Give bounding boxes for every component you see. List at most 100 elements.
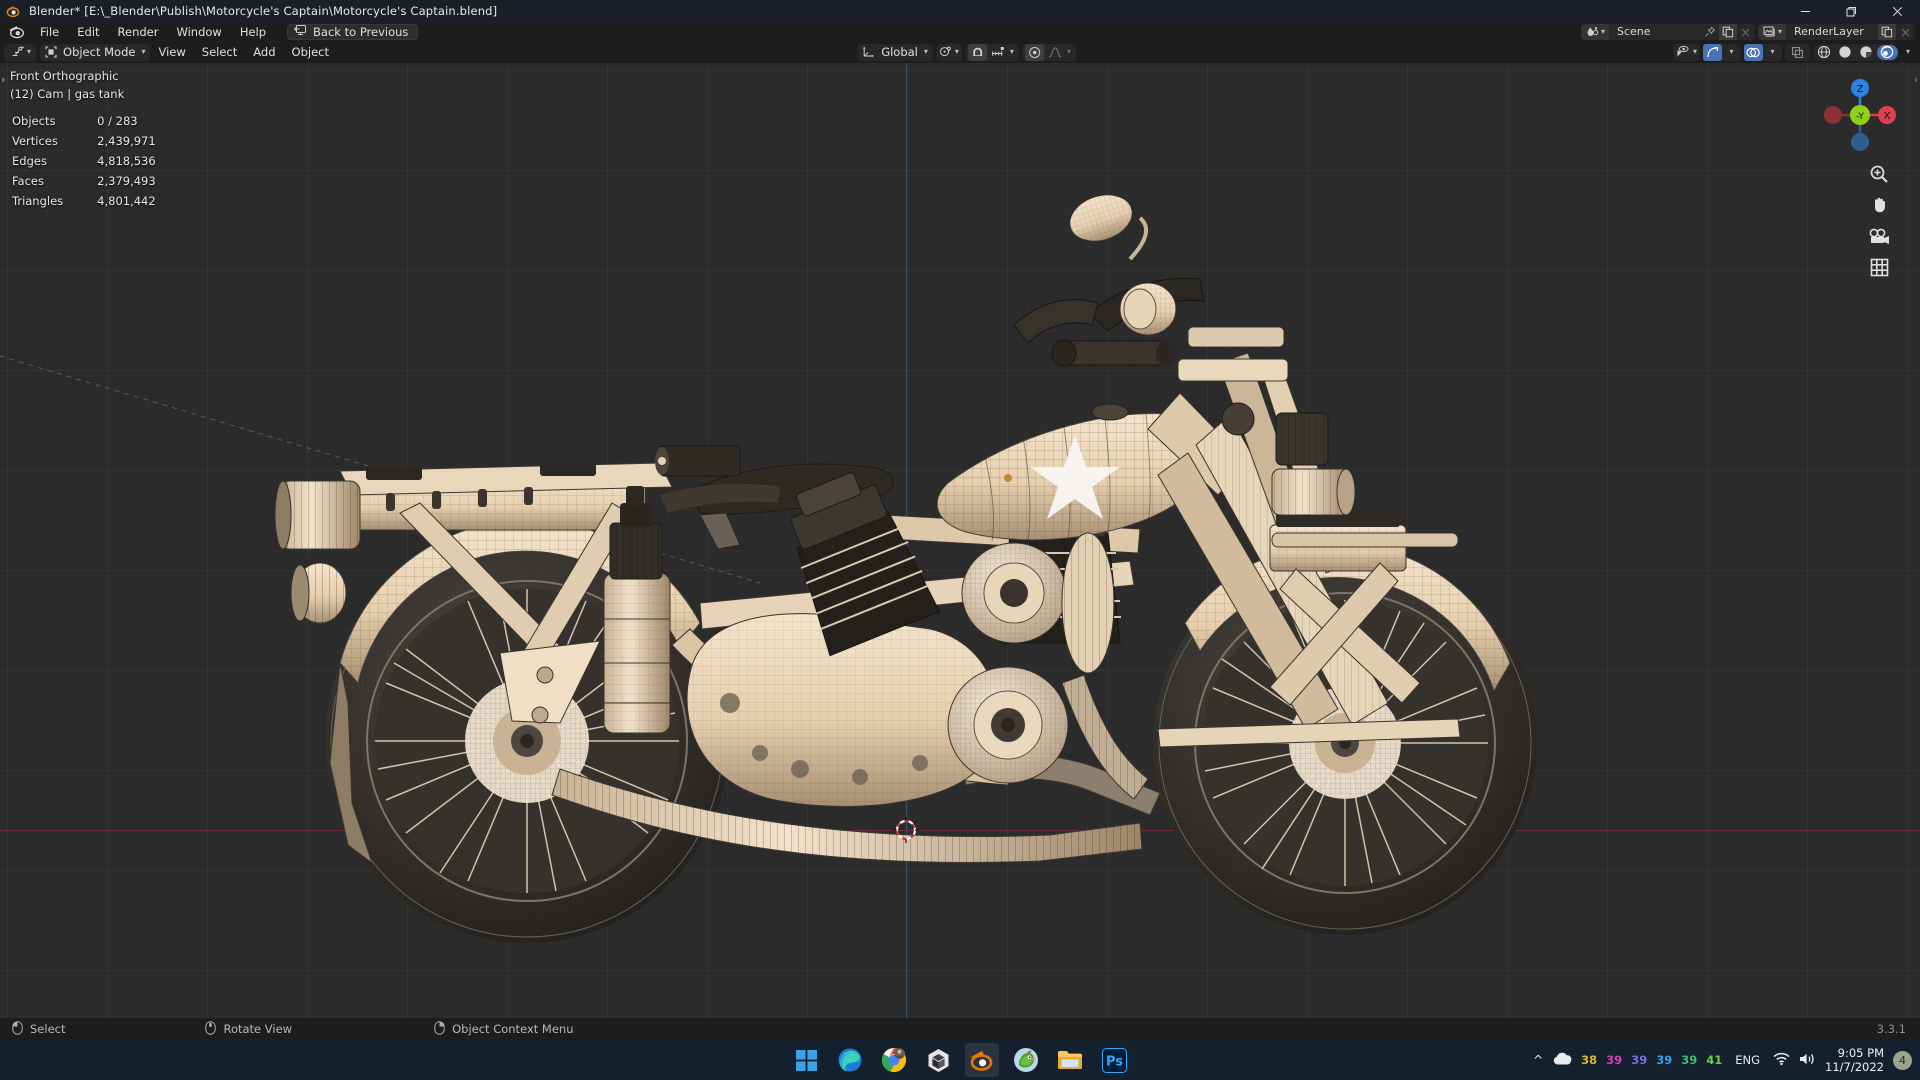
windows-taskbar: Ps ^ 38 39 39 39 39 41 ENG 9:05 PM 11/7/…: [0, 1040, 1920, 1080]
viewport-menu-view[interactable]: View: [150, 44, 193, 61]
xray-toggle[interactable]: [1784, 43, 1810, 61]
window-title: Blender* [E:\_Blender\Publish\Motorcycle…: [29, 4, 498, 18]
shading-wireframe-button[interactable]: [1814, 45, 1835, 60]
window-controls: [1782, 0, 1920, 22]
editor-type-selector[interactable]: ▾: [4, 43, 37, 61]
pan-view-icon[interactable]: [1868, 194, 1890, 216]
taskbar-start-button[interactable]: [789, 1043, 823, 1077]
taskbar-blender[interactable]: [965, 1043, 999, 1077]
taskbar-parrot-app[interactable]: [1009, 1043, 1043, 1077]
stat-label-vertices: Vertices: [12, 134, 58, 148]
proportional-editing-controls[interactable]: ▾: [1021, 43, 1076, 61]
gizmo-icon[interactable]: [1702, 43, 1722, 61]
overlays-options-chevron-icon[interactable]: ▾: [1763, 44, 1782, 61]
blender-version-label: 3.3.1: [1876, 1022, 1906, 1036]
overlays-toggle-group: ▾: [1743, 43, 1782, 61]
stat-row-faces: Faces 2,379,493: [12, 172, 156, 190]
clock-time: 9:05 PM: [1837, 1046, 1884, 1060]
onedrive-icon[interactable]: [1552, 1052, 1572, 1069]
mouse-right-icon: [434, 1020, 445, 1038]
stat-value-faces: 2,379,493: [97, 174, 156, 188]
viewport-display-controls: ▾ ▾ ▾ ▾: [1672, 43, 1914, 62]
stat-row-objects: Objects 0 / 283: [12, 112, 156, 130]
shading-options-chevron-icon[interactable]: ▾: [1902, 48, 1914, 56]
zoom-view-icon[interactable]: [1868, 163, 1890, 185]
scene-datablock[interactable]: ▾ Scene: [1580, 24, 1755, 40]
status-hint-context-menu-label: Object Context Menu: [452, 1022, 574, 1036]
object-visibility-selector[interactable]: ▾: [1672, 43, 1700, 62]
stat-label-triangles: Triangles: [12, 194, 64, 208]
overlays-icon[interactable]: [1743, 43, 1763, 61]
3d-viewport[interactable]: › ‹ Front Orthographic (12) Cam | gas ta…: [0, 63, 1920, 1018]
motorcycle-model[interactable]: [0, 63, 1920, 1018]
toggle-ortho-persp-icon[interactable]: [1868, 256, 1890, 278]
taskbar-edge[interactable]: [833, 1043, 867, 1077]
new-scene-copy-icon[interactable]: [1718, 24, 1737, 40]
wifi-icon[interactable]: [1773, 1052, 1790, 1069]
pin-icon[interactable]: [1701, 24, 1719, 40]
minimize-button[interactable]: [1782, 0, 1828, 22]
status-hint-rotate-view-label: Rotate View: [223, 1022, 293, 1036]
window-title-bar: Blender* [E:\_Blender\Publish\Motorcycle…: [0, 0, 1920, 22]
chevron-down-icon: ▾: [27, 47, 32, 56]
viewport-menu-select[interactable]: Select: [194, 44, 245, 61]
stat-label-edges: Edges: [12, 154, 47, 168]
monitor-value-5: 41: [1706, 1053, 1723, 1067]
menu-window[interactable]: Window: [167, 23, 230, 41]
object-visibility-icon: [1676, 43, 1691, 62]
snapping-controls[interactable]: ▾: [964, 43, 1019, 61]
pivot-point-selector[interactable]: ▾: [935, 43, 962, 62]
menu-render[interactable]: Render: [109, 23, 168, 41]
taskbar-photoshop[interactable]: Ps: [1097, 1043, 1131, 1077]
view-layer-name-field[interactable]: RenderLayer: [1786, 24, 1878, 40]
maximize-restore-button[interactable]: [1828, 0, 1874, 22]
camera-view-icon[interactable]: [1868, 225, 1890, 247]
scene-name-field[interactable]: Scene: [1609, 24, 1701, 40]
svg-text:-Y: -Y: [1856, 112, 1864, 122]
stat-row-vertices: Vertices 2,439,971: [12, 132, 156, 150]
viewport-menu-object[interactable]: Object: [284, 44, 337, 61]
proportional-edit-icon[interactable]: [1024, 43, 1044, 61]
transform-orientation-selector[interactable]: Global ▾: [857, 43, 933, 61]
unlink-scene-icon[interactable]: [1737, 24, 1755, 40]
scene-datablock-icon[interactable]: ▾: [1580, 24, 1609, 40]
taskbar-app-list: Ps: [789, 1040, 1131, 1080]
viewport-menu-add[interactable]: Add: [245, 44, 283, 61]
chevron-down-icon: ▾: [923, 47, 928, 56]
magnet-icon[interactable]: [967, 43, 987, 61]
chevron-down-icon: ▾: [1692, 47, 1697, 56]
transform-orientation-label: Global: [881, 45, 918, 59]
menu-file[interactable]: File: [31, 23, 68, 41]
view-layer-datablock[interactable]: ▾ RenderLayer: [1757, 24, 1914, 40]
speaker-icon[interactable]: [1799, 1052, 1816, 1069]
taskbar-clock[interactable]: 9:05 PM 11/7/2022: [1825, 1046, 1884, 1074]
right-sidebar-toggle[interactable]: ‹: [1914, 73, 1918, 86]
status-hint-context-menu: Object Context Menu: [434, 1020, 574, 1038]
remove-view-layer-icon[interactable]: [1896, 24, 1914, 40]
xray-icon[interactable]: [1787, 43, 1807, 61]
taskbar-file-explorer[interactable]: [1053, 1043, 1087, 1077]
taskbar-chrome[interactable]: [877, 1043, 911, 1077]
shading-material-preview-button[interactable]: [1856, 45, 1877, 60]
close-button[interactable]: [1874, 0, 1920, 22]
notification-badge[interactable]: 4: [1893, 1050, 1912, 1070]
renderlayer-datablock-icon[interactable]: ▾: [1757, 24, 1786, 40]
stat-row-edges: Edges 4,818,536: [12, 152, 156, 170]
back-to-previous-button[interactable]: Back to Previous: [287, 23, 419, 40]
snap-increment-icon[interactable]: [988, 43, 1008, 61]
language-indicator[interactable]: ENG: [1735, 1053, 1760, 1067]
menu-edit[interactable]: Edit: [68, 23, 108, 41]
navigation-gizmo[interactable]: Z X -Y: [1818, 73, 1902, 157]
new-view-layer-copy-icon[interactable]: [1878, 24, 1896, 40]
menu-help[interactable]: Help: [231, 23, 275, 41]
shading-rendered-button[interactable]: [1876, 44, 1898, 60]
falloff-smooth-icon[interactable]: [1045, 43, 1065, 61]
pivot-point-icon: [939, 43, 953, 62]
gizmo-options-chevron-icon[interactable]: ▾: [1722, 44, 1741, 61]
chevron-up-icon[interactable]: ^: [1533, 1053, 1543, 1067]
blender-logo-icon[interactable]: [8, 24, 27, 39]
left-sidebar-toggle[interactable]: ›: [1, 73, 5, 86]
shading-solid-button[interactable]: [1835, 45, 1856, 60]
taskbar-unity[interactable]: [921, 1043, 955, 1077]
interaction-mode-selector[interactable]: Object Mode ▾: [40, 43, 151, 61]
